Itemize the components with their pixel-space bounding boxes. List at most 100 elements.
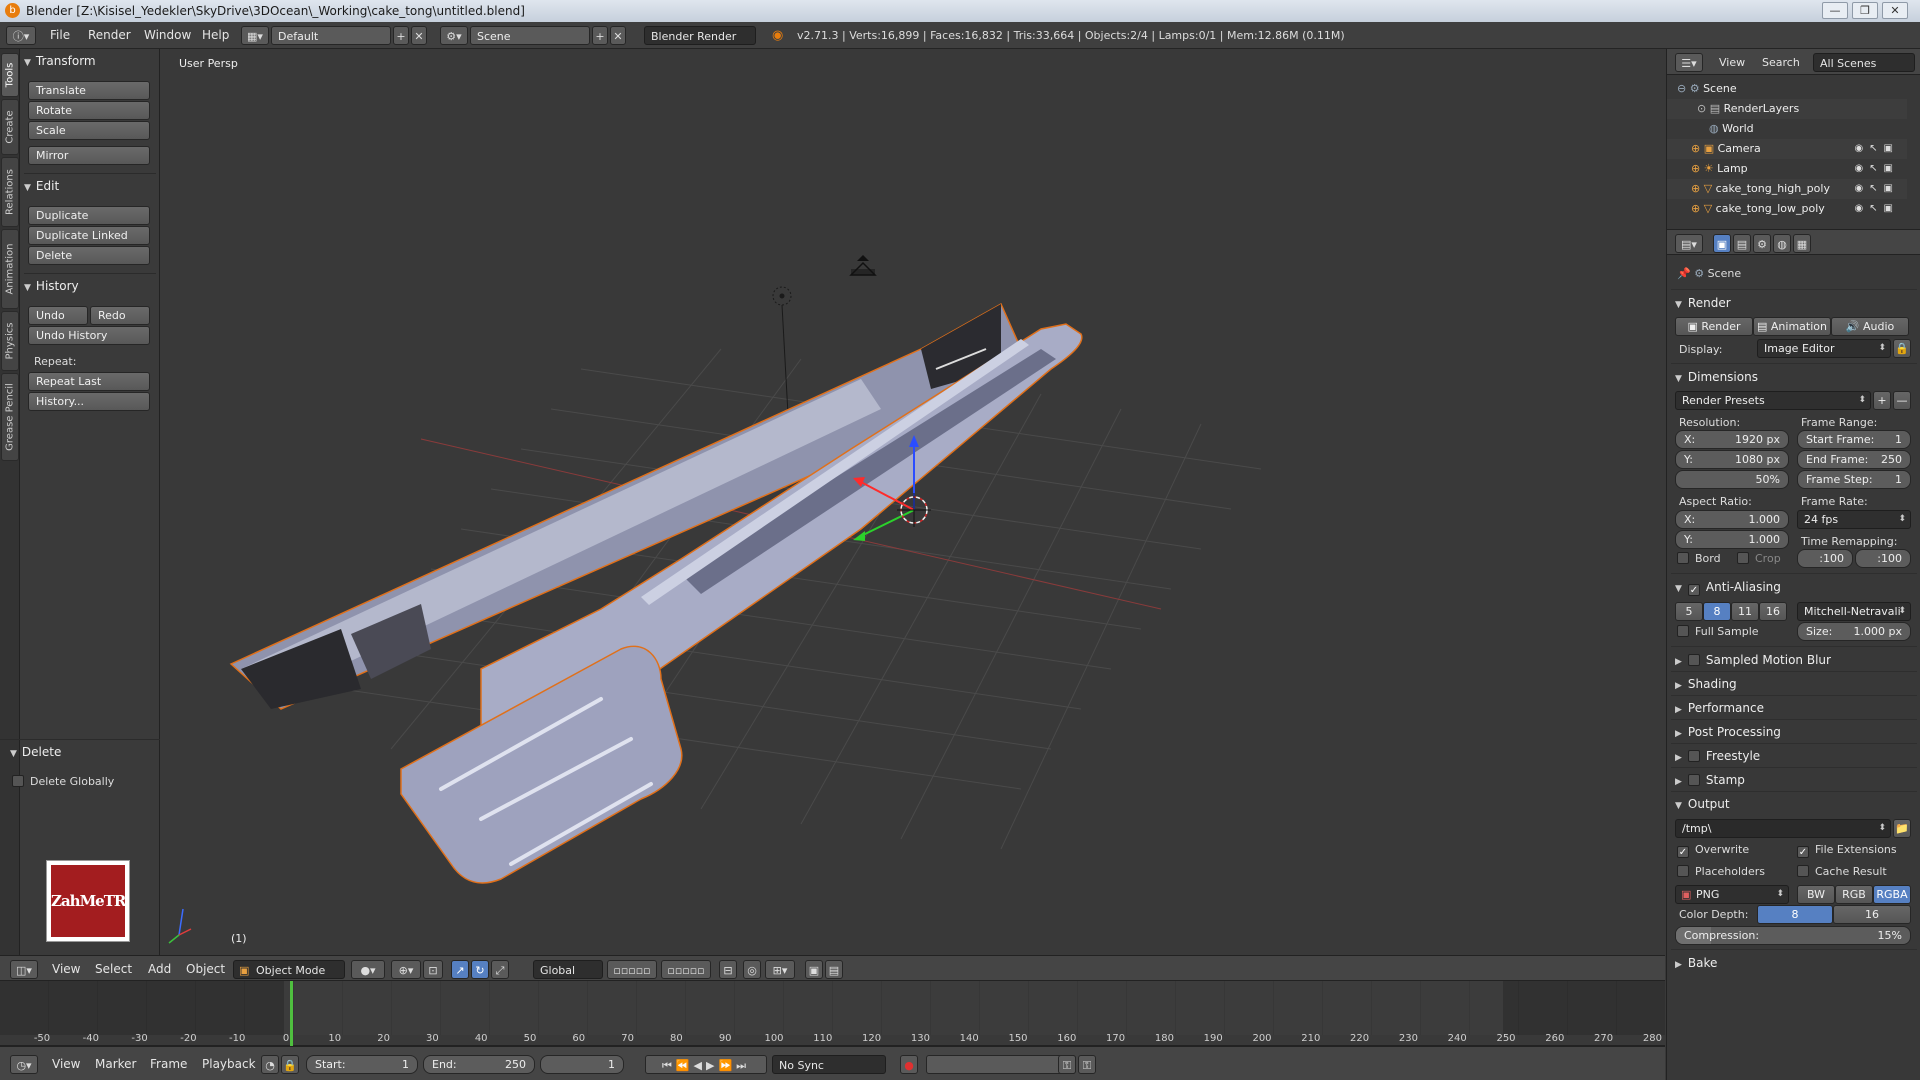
translate-button[interactable]: Translate	[28, 81, 150, 100]
redo-button[interactable]: Redo	[90, 306, 150, 325]
color-depth-8[interactable]: 8	[1757, 905, 1833, 924]
scene-tab-icon[interactable]: ⚙	[1753, 234, 1771, 253]
color-depth-16[interactable]: 16	[1833, 905, 1911, 924]
start-frame-prop[interactable]: Start Frame: 1	[1797, 430, 1911, 449]
outliner-row-world[interactable]: ◍ World	[1667, 119, 1907, 139]
antialiasing-checkbox[interactable]	[1687, 584, 1700, 596]
outliner-row-camera[interactable]: ⊕ ▣ Camera ◉↖▣	[1667, 139, 1907, 159]
world-tab-icon[interactable]: ◍	[1773, 234, 1791, 253]
minimize-button[interactable]: —	[1822, 2, 1848, 19]
undo-history-button[interactable]: Undo History	[28, 326, 150, 345]
manipulator-toggle-icon[interactable]: ⊡	[423, 960, 443, 979]
add-preset-icon[interactable]: +	[1873, 391, 1891, 410]
end-frame-prop[interactable]: End Frame: 250	[1797, 450, 1911, 469]
res-percent-field[interactable]: 50%	[1675, 470, 1789, 489]
delete-globally-checkbox[interactable]	[12, 775, 24, 787]
overwrite-checkbox[interactable]	[1677, 846, 1689, 858]
maximize-button[interactable]: ❐	[1852, 2, 1878, 19]
tab-relations[interactable]: Relations	[1, 157, 19, 227]
post-processing-panel[interactable]: ▶ Post Processing	[1675, 722, 1915, 742]
freestyle-panel[interactable]: ▶ Freestyle	[1675, 746, 1915, 766]
render-layers-tab-icon[interactable]: ▤	[1733, 234, 1751, 253]
full-sample-checkbox[interactable]	[1677, 625, 1689, 637]
mode-select[interactable]: ▣ Object Mode	[233, 960, 345, 979]
sync-select[interactable]: No Sync	[772, 1055, 886, 1074]
tab-animation[interactable]: Animation	[1, 229, 19, 309]
lock-range-icon[interactable]: 🔒	[281, 1055, 299, 1074]
menu-playback[interactable]: Playback	[202, 1055, 256, 1074]
aa-sample-11[interactable]: 11	[1731, 602, 1759, 621]
end-frame-field[interactable]: End: 250	[423, 1055, 535, 1074]
outliner-row-cake-tong-low-poly[interactable]: ⊕ ▽ cake_tong_low_poly ◉↖▣	[1667, 199, 1907, 219]
menu-file[interactable]: File	[50, 26, 70, 45]
duplicate-button[interactable]: Duplicate	[28, 206, 150, 225]
scale-button[interactable]: Scale	[28, 121, 150, 140]
pin-icon[interactable]: 📌	[1677, 267, 1691, 280]
high-poly-visibility-icons[interactable]: ◉↖▣	[1854, 179, 1899, 199]
menu-window[interactable]: Window	[144, 26, 191, 45]
lamp-visibility-icons[interactable]: ◉↖▣	[1854, 159, 1899, 179]
sampled-motion-blur-panel[interactable]: ▶ Sampled Motion Blur	[1675, 650, 1915, 670]
close-button[interactable]: ✕	[1882, 2, 1908, 19]
add-screen-icon[interactable]: +	[393, 26, 409, 45]
menu-timeline-view[interactable]: View	[52, 1055, 80, 1074]
outliner-row-renderlayers[interactable]: ⊙ ▤ RenderLayers	[1667, 99, 1907, 119]
tab-physics[interactable]: Physics	[1, 311, 19, 371]
tab-create[interactable]: Create	[1, 99, 19, 155]
stamp-checkbox[interactable]	[1687, 774, 1700, 786]
outliner-row-lamp[interactable]: ⊕ ☀ Lamp ◉↖▣	[1667, 159, 1907, 179]
compression-slider[interactable]: Compression: 15%	[1675, 926, 1911, 945]
tab-grease-pencil[interactable]: Grease Pencil	[1, 373, 19, 461]
remap-old-field[interactable]: :100	[1797, 549, 1853, 568]
add-scene-icon[interactable]: +	[592, 26, 608, 45]
scene-icon[interactable]: ⚙▾	[440, 26, 468, 45]
menu-marker[interactable]: Marker	[95, 1055, 136, 1074]
menu-render[interactable]: Render	[88, 26, 131, 45]
file-extensions-checkbox[interactable]	[1797, 846, 1809, 858]
aspect-y-field[interactable]: Y: 1.000	[1675, 530, 1789, 549]
undo-button[interactable]: Undo	[28, 306, 88, 325]
remove-preset-icon[interactable]: —	[1893, 391, 1911, 410]
bake-panel[interactable]: ▶ Bake	[1675, 953, 1915, 973]
lock-interface-icon[interactable]: 🔒	[1893, 339, 1911, 358]
outliner-menu-search[interactable]: Search	[1762, 53, 1800, 72]
menu-view[interactable]: View	[52, 960, 80, 979]
render-tab-icon[interactable]: ▣	[1713, 234, 1731, 253]
record-icon[interactable]: ●	[900, 1055, 918, 1074]
render-preview-icon[interactable]: ▣	[805, 960, 823, 979]
display-select[interactable]: Image Editor	[1757, 339, 1891, 358]
outliner-filter-select[interactable]: All Scenes	[1813, 53, 1915, 72]
start-frame-field[interactable]: Start: 1	[306, 1055, 418, 1074]
frame-rate-select[interactable]: 24 fps	[1797, 510, 1911, 529]
menu-object[interactable]: Object	[186, 960, 225, 979]
scale-manip-icon[interactable]: ⤢	[491, 960, 509, 979]
shading-panel[interactable]: ▶ Shading	[1675, 674, 1915, 694]
rotate-button[interactable]: Rotate	[28, 101, 150, 120]
aa-sample-16[interactable]: 16	[1759, 602, 1787, 621]
history-panel-header[interactable]: ▼ History	[24, 277, 79, 295]
render-engine-select[interactable]: Blender Render	[644, 26, 756, 45]
transform-panel-header[interactable]: ▼ Transform	[24, 52, 96, 70]
viewport-shading-icon[interactable]: ●▾	[351, 960, 385, 979]
snap-icon[interactable]: ⊞▾	[765, 960, 795, 979]
edit-panel-header[interactable]: ▼ Edit	[24, 177, 59, 195]
file-format-select[interactable]: ▣ PNG	[1675, 885, 1789, 904]
remove-screen-icon[interactable]: ✕	[411, 26, 427, 45]
stamp-panel[interactable]: ▶ Stamp	[1675, 770, 1915, 790]
current-frame-field[interactable]: 1	[540, 1055, 624, 1074]
menu-select[interactable]: Select	[95, 960, 132, 979]
output-path-input[interactable]: /tmp\	[1675, 819, 1891, 838]
outliner-row-cake-tong-high-poly[interactable]: ⊕ ▽ cake_tong_high_poly ◉↖▣	[1667, 179, 1907, 199]
full-sample-option[interactable]: Full Sample	[1677, 625, 1759, 638]
outliner-row-scene[interactable]: ⊖ ⚙ Scene	[1667, 79, 1907, 99]
performance-panel[interactable]: ▶ Performance	[1675, 698, 1915, 718]
editor-type-icon[interactable]: ⓘ▾	[6, 26, 36, 45]
render-animation-icon[interactable]: ▤	[825, 960, 843, 979]
camera-object[interactable]	[849, 255, 877, 276]
placeholders-checkbox[interactable]	[1677, 865, 1689, 877]
delete-button[interactable]: Delete	[28, 246, 150, 265]
layers-icon[interactable]: ▫▫▫▫▫	[607, 960, 657, 979]
orientation-select[interactable]: Global	[533, 960, 603, 979]
remap-new-field[interactable]: :100	[1855, 549, 1911, 568]
screen-layout-field[interactable]: Default	[271, 26, 391, 45]
